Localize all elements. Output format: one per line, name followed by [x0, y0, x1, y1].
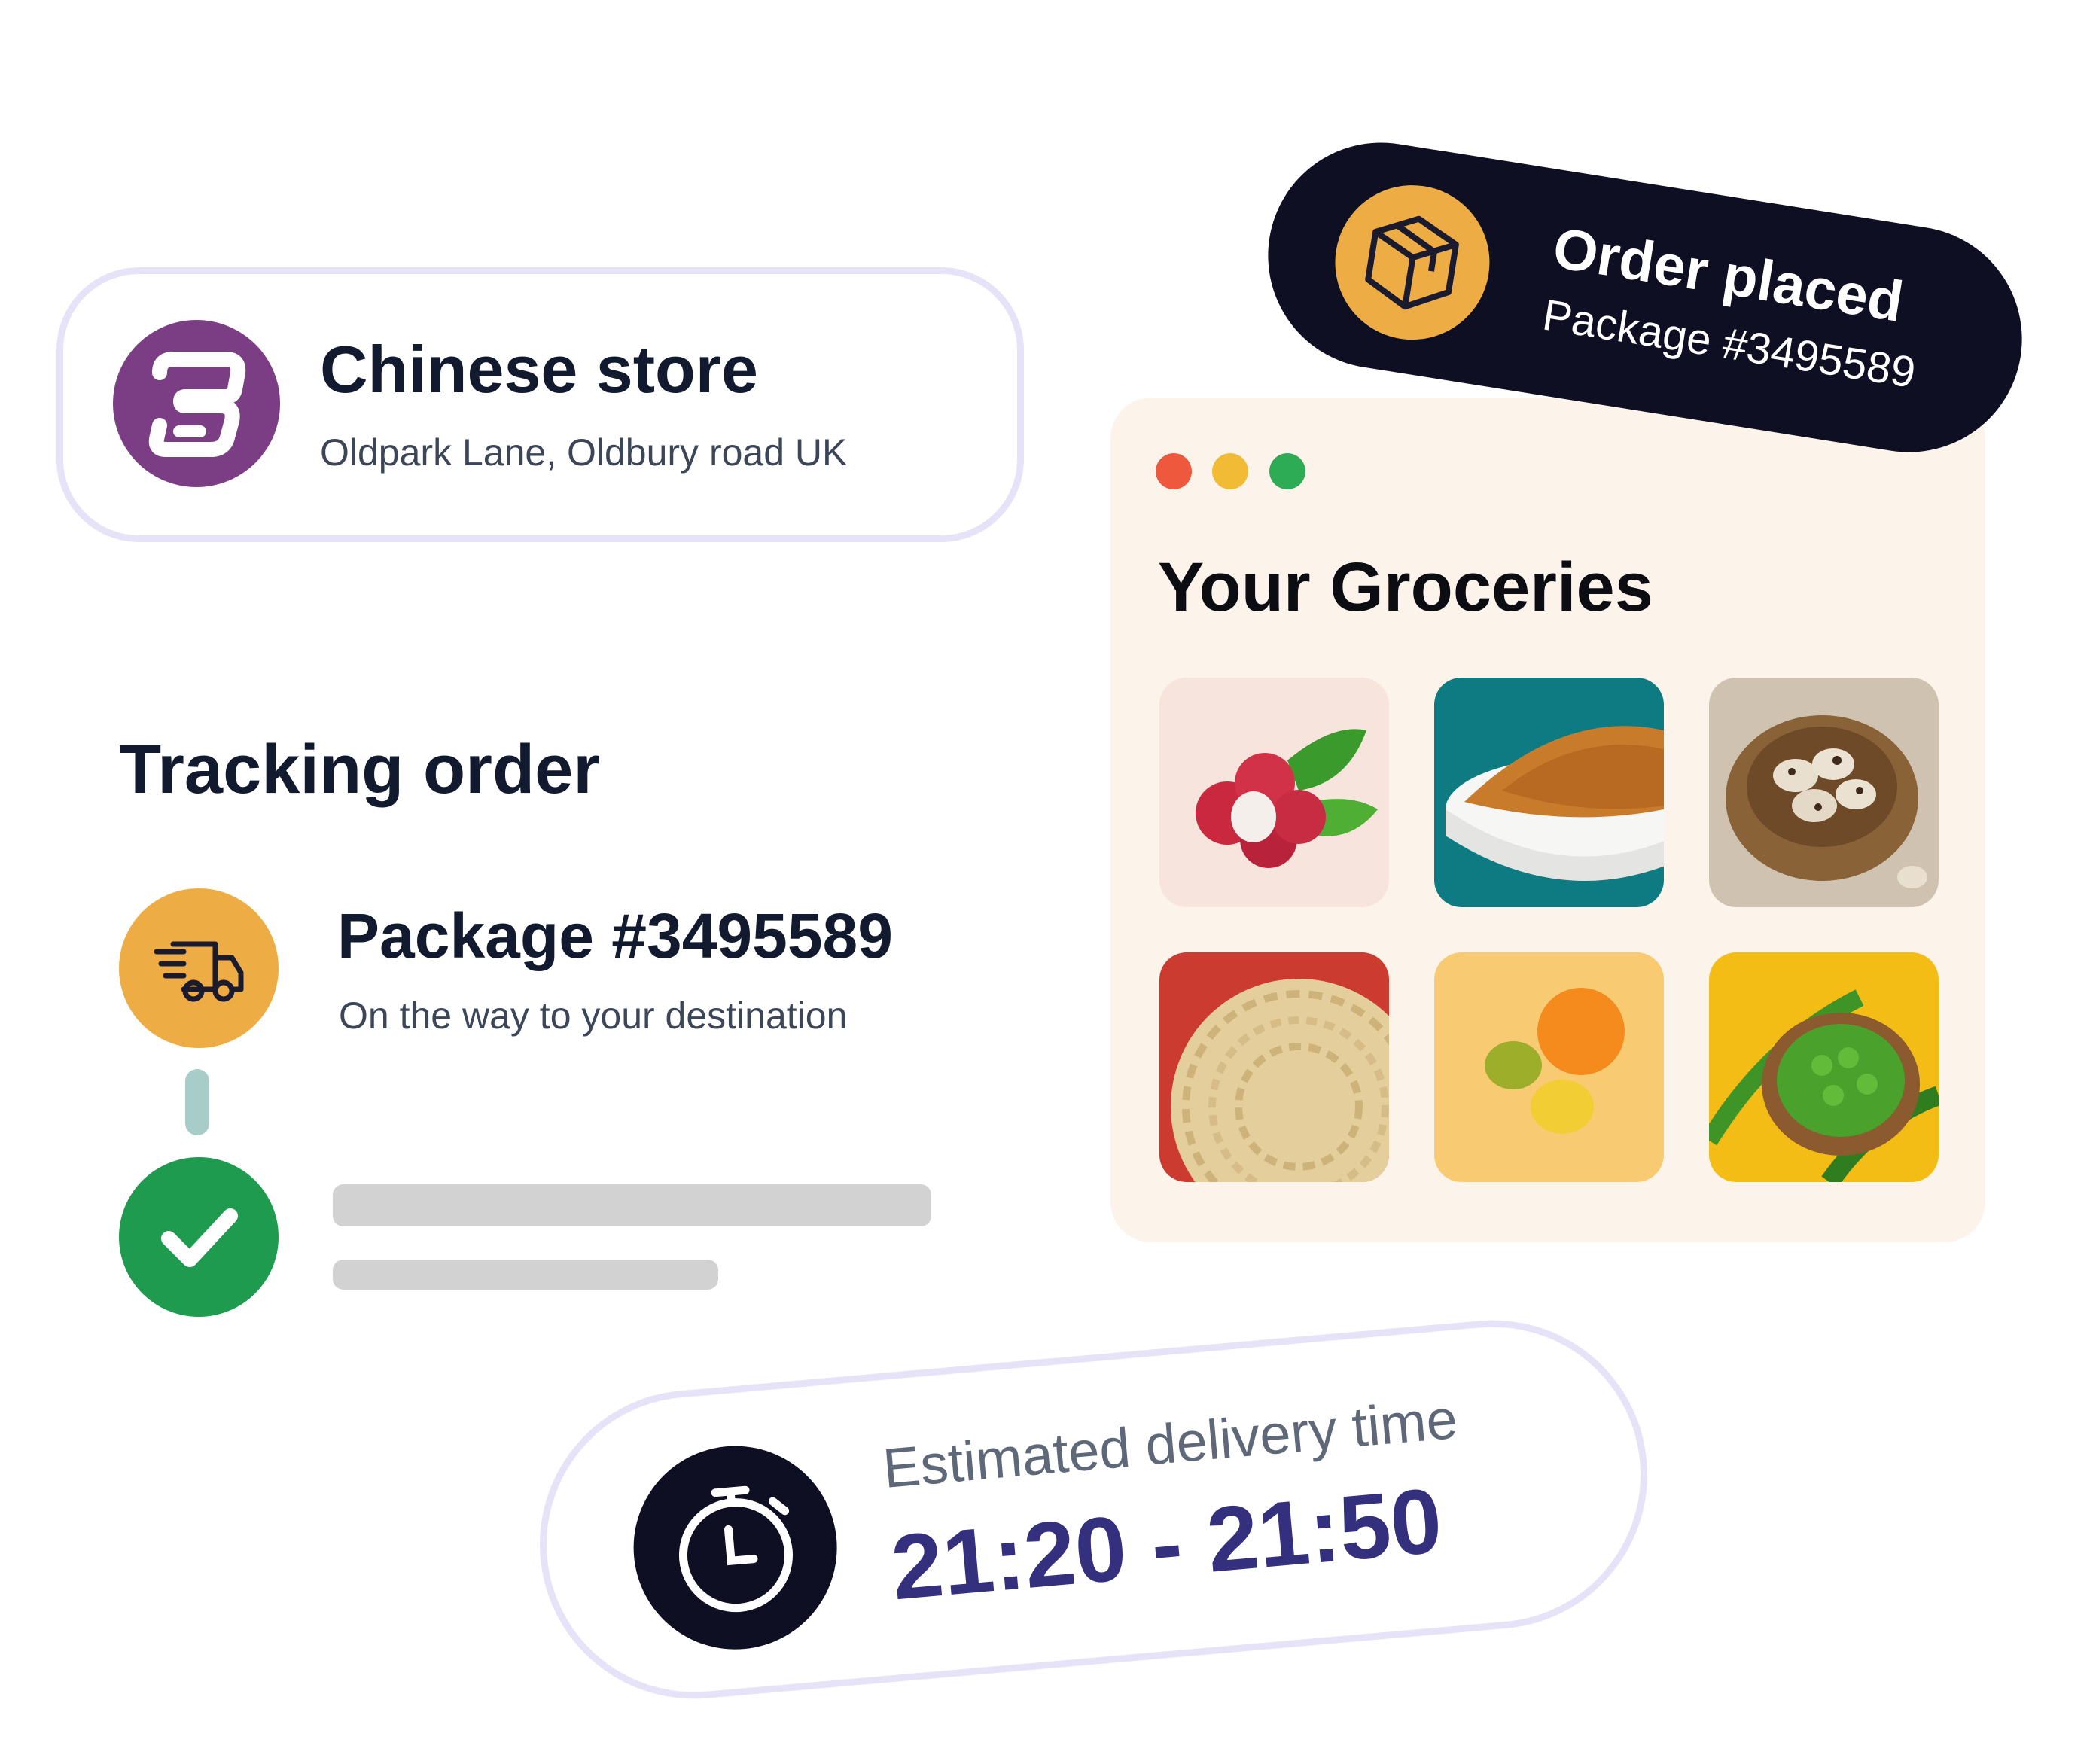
groceries-title: Your Groceries: [1158, 549, 1653, 626]
citrus-fruits-image[interactable]: [1434, 952, 1664, 1182]
store-logo-icon: [113, 320, 280, 487]
package-box-icon: [1324, 174, 1501, 351]
window-close-dot[interactable]: [1156, 453, 1192, 489]
progress-connector: [185, 1069, 209, 1135]
store-name: Chinese store: [320, 332, 758, 407]
green-peas-image[interactable]: [1709, 952, 1939, 1182]
quail-eggs-image[interactable]: [1709, 678, 1939, 907]
spice-powder-image[interactable]: [1434, 678, 1664, 907]
tracking-title: Tracking order: [119, 731, 601, 808]
stopwatch-icon: [625, 1437, 845, 1658]
package-status: On the way to your destination: [339, 995, 848, 1037]
store-address: Oldpark Lane, Oldbury road UK: [320, 431, 848, 474]
noodles-image[interactable]: [1159, 952, 1389, 1182]
delivery-truck-icon: [119, 888, 279, 1048]
package-title: Package #3495589: [337, 900, 893, 971]
delivery-time-card[interactable]: Estimated delivery time 21:20 - 21:50: [526, 1307, 1661, 1712]
lychee-image[interactable]: [1159, 678, 1389, 907]
checkmark-icon: [119, 1157, 279, 1317]
window-maximize-dot[interactable]: [1269, 453, 1305, 489]
placeholder-line: [333, 1260, 718, 1290]
window-minimize-dot[interactable]: [1212, 453, 1248, 489]
placeholder-line: [333, 1184, 931, 1226]
